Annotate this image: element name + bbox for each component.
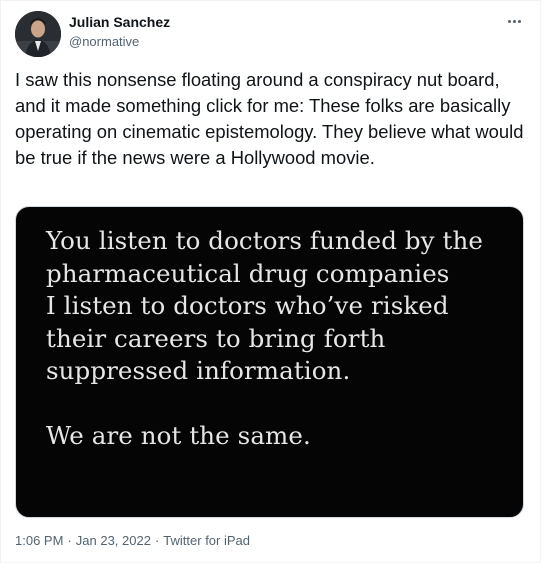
meta-separator: ·: [67, 533, 72, 548]
more-horizontal-icon-dot: [517, 19, 521, 23]
tweet-date[interactable]: Jan 23, 2022: [76, 533, 151, 548]
tweet-card: Julian Sanchez @normative I saw this non…: [0, 0, 541, 563]
more-horizontal-icon-dot: [512, 19, 516, 23]
tweet-media-image[interactable]: You listen to doctors funded by the phar…: [15, 206, 524, 518]
tweet-meta: 1:06 PM · Jan 23, 2022 · Twitter for iPa…: [15, 533, 250, 548]
tweet-time[interactable]: 1:06 PM: [15, 533, 63, 548]
media-image-text: You listen to doctors funded by the phar…: [46, 226, 483, 450]
more-horizontal-icon: [507, 19, 511, 23]
author-name[interactable]: Julian Sanchez: [69, 14, 170, 30]
avatar[interactable]: [15, 11, 61, 57]
meta-separator: ·: [154, 533, 160, 548]
tweet-text: I saw this nonsense floating around a co…: [15, 69, 524, 168]
author-handle[interactable]: @normative: [69, 34, 139, 49]
more-options-button[interactable]: [502, 11, 526, 31]
avatar-image: [15, 11, 61, 57]
tweet-source[interactable]: Twitter for iPad: [163, 533, 250, 548]
